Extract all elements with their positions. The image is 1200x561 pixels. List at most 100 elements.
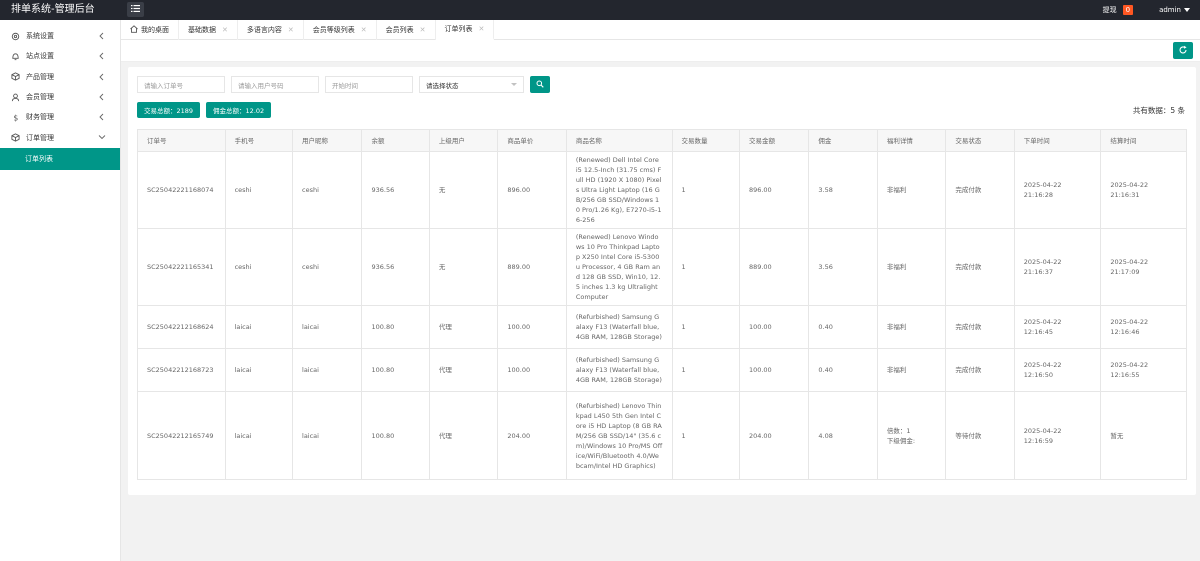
- gear-icon: [10, 31, 20, 41]
- tab-multilang-content[interactable]: 多语言内容 ✕: [238, 20, 304, 40]
- sidebar-item-label: 系统设置: [26, 32, 54, 41]
- table-cell: (Renewed) Dell Intel Core i5 12.5-Inch (…: [565, 151, 673, 229]
- sidebar-item-finance-management[interactable]: $ 财务管理: [0, 107, 120, 127]
- chevron-left-icon: [99, 113, 104, 121]
- table-cell: 2025-04-22 12:16:50: [1013, 348, 1102, 392]
- table-cell: laicai: [224, 305, 294, 349]
- table-cell: 100.80: [361, 348, 430, 392]
- tab-member-level-list[interactable]: 会员等级列表 ✕: [304, 20, 377, 40]
- table-cell: 0.40: [808, 348, 878, 392]
- table-cell: 4.08: [808, 391, 878, 480]
- record-count: 共有数据：5 条: [1132, 106, 1185, 115]
- table-cell: (Renewed) Lenovo Windows 10 Pro Thinkpad…: [565, 228, 673, 306]
- chevron-left-icon: [99, 32, 104, 40]
- bell-icon: [10, 51, 20, 61]
- table-cell: 2025-04-22 12:16:55: [1100, 348, 1187, 392]
- table-cell: laicai: [292, 305, 363, 349]
- sidebar-item-system-settings[interactable]: 系统设置: [0, 26, 120, 46]
- tab-basic-data[interactable]: 基础数据 ✕: [179, 20, 238, 40]
- sidebar-item-site-settings[interactable]: 站点设置: [0, 46, 120, 66]
- table-cell: 889.00: [738, 228, 810, 306]
- table-cell: SC25042212165749: [137, 391, 226, 480]
- page-tabs: 我的桌面 基础数据 ✕ 多语言内容 ✕ 会员等级列表 ✕ 会员列表 ✕ 订单列表 ✕: [121, 20, 1200, 40]
- totals-bar: 交易总额：2189 佣金总额：12.02: [137, 102, 272, 118]
- table-cell: 896.00: [497, 151, 567, 229]
- table-cell: 2025-04-22 21:16:28: [1013, 151, 1102, 229]
- table-cell: (Refurbished) Samsung Galaxy F13 (Waterf…: [565, 348, 673, 392]
- tab-order-list[interactable]: 订单列表 ✕: [435, 20, 495, 40]
- user-number-input[interactable]: 请输入用户号码: [231, 76, 319, 93]
- order-number-input[interactable]: 请输入订单号: [137, 76, 225, 93]
- table-cell: laicai: [292, 348, 363, 392]
- table-cell: 2025-04-22 12:16:45: [1013, 305, 1102, 349]
- user-icon: [10, 92, 20, 102]
- trade-total-badge: 交易总额：2189: [137, 102, 201, 118]
- close-icon[interactable]: ✕: [361, 26, 367, 34]
- cube-icon: [10, 72, 20, 82]
- top-bar: 排单系统-管理后台 提现 0 admin: [0, 0, 1200, 20]
- table-cell: 1: [671, 151, 740, 229]
- search-button[interactable]: [530, 76, 550, 93]
- table-cell: 完成付款: [945, 348, 1015, 392]
- table-cell: 3.58: [808, 151, 878, 229]
- table-cell: 无: [428, 151, 499, 229]
- caret-down-icon: [511, 83, 517, 86]
- table-cell: ceshi: [224, 151, 294, 229]
- table-cell: 代理: [428, 305, 499, 349]
- column-header: 订单号: [137, 129, 226, 152]
- table-cell: 100.00: [497, 348, 567, 392]
- table-cell: ceshi: [292, 228, 363, 306]
- table-cell: 100.00: [497, 305, 567, 349]
- table-cell: 非福利: [876, 228, 947, 306]
- toolbar: [121, 40, 1200, 62]
- table-cell: 1: [671, 348, 740, 392]
- close-icon[interactable]: ✕: [420, 26, 426, 34]
- chevron-left-icon: [99, 52, 104, 60]
- table-cell: 非福利: [876, 305, 947, 349]
- user-menu[interactable]: admin: [1159, 6, 1190, 14]
- sidebar-item-label: 财务管理: [26, 113, 54, 122]
- search-icon: [536, 80, 544, 90]
- table-cell: 倍数：1 下级佣金:: [876, 391, 947, 480]
- chevron-left-icon: [99, 93, 104, 101]
- home-icon: [130, 25, 138, 35]
- start-time-input[interactable]: 开始时间: [325, 76, 413, 93]
- tab-label: 基础数据: [188, 26, 216, 34]
- table-cell: (Refurbished) Samsung Galaxy F13 (Waterf…: [565, 305, 673, 349]
- chevron-down-icon: [98, 135, 106, 140]
- table-cell: 2025-04-22 21:16:31: [1100, 151, 1187, 229]
- status-select-value: 请选择状态: [426, 81, 459, 90]
- table-cell: 1: [671, 228, 740, 306]
- sidebar-subitem-order-list[interactable]: 订单列表: [0, 147, 120, 170]
- column-header: 交易数量: [671, 129, 740, 152]
- table-cell: SC25042221165341: [137, 228, 226, 306]
- table-row: SC25042212168723 laicai laicai 100.80 代理 100.…: [137, 348, 1187, 392]
- column-header: 用户昵称: [292, 129, 363, 152]
- close-icon[interactable]: ✕: [222, 26, 228, 34]
- table-row: SC25042212165749 laicai laicai 100.80 代理 204.…: [137, 391, 1187, 480]
- withdraw-link[interactable]: 提现: [1103, 5, 1117, 15]
- sidebar-item-order-management[interactable]: 订单管理: [0, 127, 120, 147]
- menu-toggle-button[interactable]: [127, 2, 144, 17]
- column-header: 交易金额: [738, 129, 810, 152]
- table-cell: 0.40: [808, 305, 878, 349]
- refresh-button[interactable]: [1173, 42, 1193, 59]
- dollar-icon: $: [10, 112, 20, 122]
- commission-total-badge: 佣金总额：12.02: [206, 102, 272, 118]
- tab-label: 多语言内容: [246, 26, 282, 34]
- sidebar-item-member-management[interactable]: 会员管理: [0, 87, 120, 107]
- table-header-row: 订单号 手机号 用户昵称 余额 上级用户 商品单价 商品名称 交易数量 交易金额 佣金 福利详情 交易…: [137, 129, 1187, 152]
- cube-icon: [10, 133, 20, 143]
- tab-member-list[interactable]: 会员列表 ✕: [377, 20, 436, 40]
- table-cell: 暂无: [1100, 391, 1187, 480]
- close-icon[interactable]: ✕: [479, 25, 485, 33]
- sidebar-item-label: 会员管理: [26, 93, 54, 102]
- close-icon[interactable]: ✕: [288, 26, 294, 34]
- table-cell: 2025-04-22 12:16:59: [1013, 391, 1102, 480]
- column-header: 上级用户: [428, 129, 499, 152]
- table-cell: 无: [428, 228, 499, 306]
- sidebar-item-product-management[interactable]: 产品管理: [0, 67, 120, 87]
- table-cell: 2025-04-22 21:17:09: [1100, 228, 1187, 306]
- tab-my-desktop[interactable]: 我的桌面: [121, 20, 179, 40]
- status-select[interactable]: 请选择状态: [419, 76, 524, 93]
